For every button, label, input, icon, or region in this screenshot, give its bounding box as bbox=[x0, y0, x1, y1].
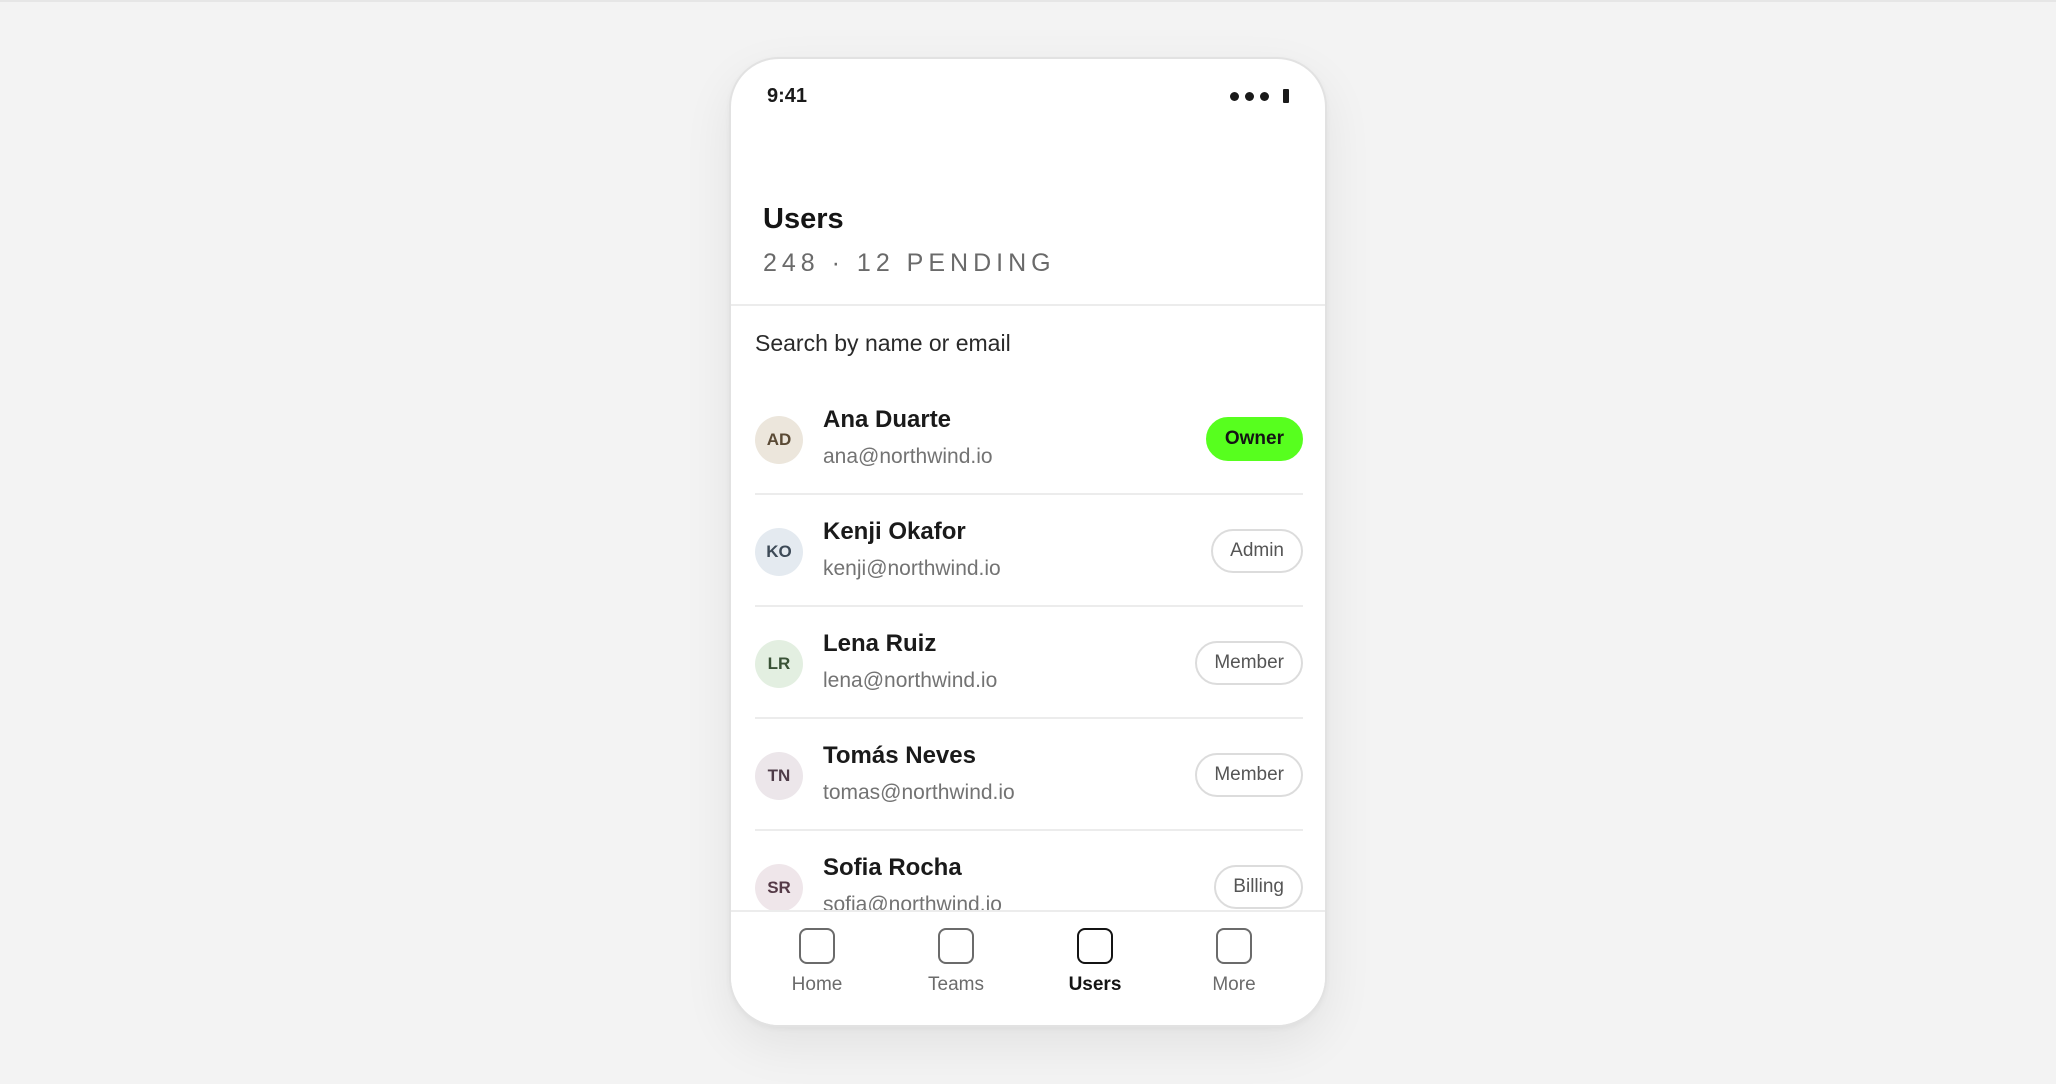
page-subtitle: 248 · 12 PENDING bbox=[763, 249, 1056, 277]
more-icon bbox=[1216, 928, 1252, 964]
user-email: lena@northwind.io bbox=[823, 669, 998, 692]
tab-bar: Home Teams Users More bbox=[731, 910, 1325, 1025]
tab-users[interactable]: Users bbox=[1025, 912, 1165, 1025]
page-header: Users 248 · 12 PENDING bbox=[731, 139, 1325, 306]
tab-home[interactable]: Home bbox=[747, 912, 887, 1025]
role-badge[interactable]: Member bbox=[1195, 641, 1303, 685]
phone-frame: 9:41 Users 248 · 12 PENDING Search by na… bbox=[729, 57, 1327, 1027]
signal-dot-icon bbox=[1245, 91, 1254, 101]
search-input[interactable]: Search by name or email bbox=[755, 330, 1011, 357]
role-badge[interactable]: Admin bbox=[1211, 529, 1303, 573]
user-row[interactable]: AD Ana Duarte ana@northwind.io Owner bbox=[755, 383, 1303, 495]
user-name: Kenji Okafor bbox=[823, 518, 966, 545]
tab-more[interactable]: More bbox=[1164, 912, 1304, 1025]
role-badge[interactable]: Owner bbox=[1205, 417, 1303, 461]
role-badge[interactable]: Billing bbox=[1214, 865, 1303, 909]
user-name: Ana Duarte bbox=[823, 406, 952, 433]
user-row[interactable]: LR Lena Ruiz lena@northwind.io Member bbox=[755, 607, 1303, 719]
tab-teams[interactable]: Teams bbox=[886, 912, 1026, 1025]
tab-label: More bbox=[1212, 974, 1256, 995]
users-icon bbox=[1077, 928, 1113, 964]
signal-dot-icon bbox=[1260, 91, 1269, 101]
tab-label: Teams bbox=[928, 974, 984, 995]
avatar: TN bbox=[755, 752, 803, 800]
tab-label: Home bbox=[791, 974, 843, 995]
signal-dot-icon bbox=[1230, 91, 1239, 101]
user-email: tomas@northwind.io bbox=[823, 781, 1015, 804]
top-border bbox=[0, 0, 2056, 2]
status-time: 9:41 bbox=[767, 85, 808, 107]
user-row[interactable]: KO Kenji Okafor kenji@northwind.io Admin bbox=[755, 495, 1303, 607]
signal-icon bbox=[1230, 89, 1289, 103]
user-email: kenji@northwind.io bbox=[823, 557, 1001, 580]
avatar: KO bbox=[755, 528, 803, 576]
user-name: Tomás Neves bbox=[823, 742, 976, 769]
home-icon bbox=[799, 928, 835, 964]
user-list: AD Ana Duarte ana@northwind.io Owner KO Kenji… bbox=[755, 383, 1303, 943]
user-email: ana@northwind.io bbox=[823, 445, 993, 468]
battery-icon bbox=[1283, 89, 1289, 103]
avatar: LR bbox=[755, 640, 803, 688]
avatar: AD bbox=[755, 416, 803, 464]
user-name: Sofia Rocha bbox=[823, 854, 962, 881]
teams-icon bbox=[938, 928, 974, 964]
tab-label: Users bbox=[1068, 974, 1122, 995]
role-badge[interactable]: Member bbox=[1195, 753, 1303, 797]
avatar: SR bbox=[755, 864, 803, 912]
user-row[interactable]: TN Tomás Neves tomas@northwind.io Member bbox=[755, 719, 1303, 831]
status-bar: 9:41 bbox=[731, 59, 1325, 139]
page-title: Users bbox=[763, 203, 844, 235]
user-name: Lena Ruiz bbox=[823, 630, 937, 657]
